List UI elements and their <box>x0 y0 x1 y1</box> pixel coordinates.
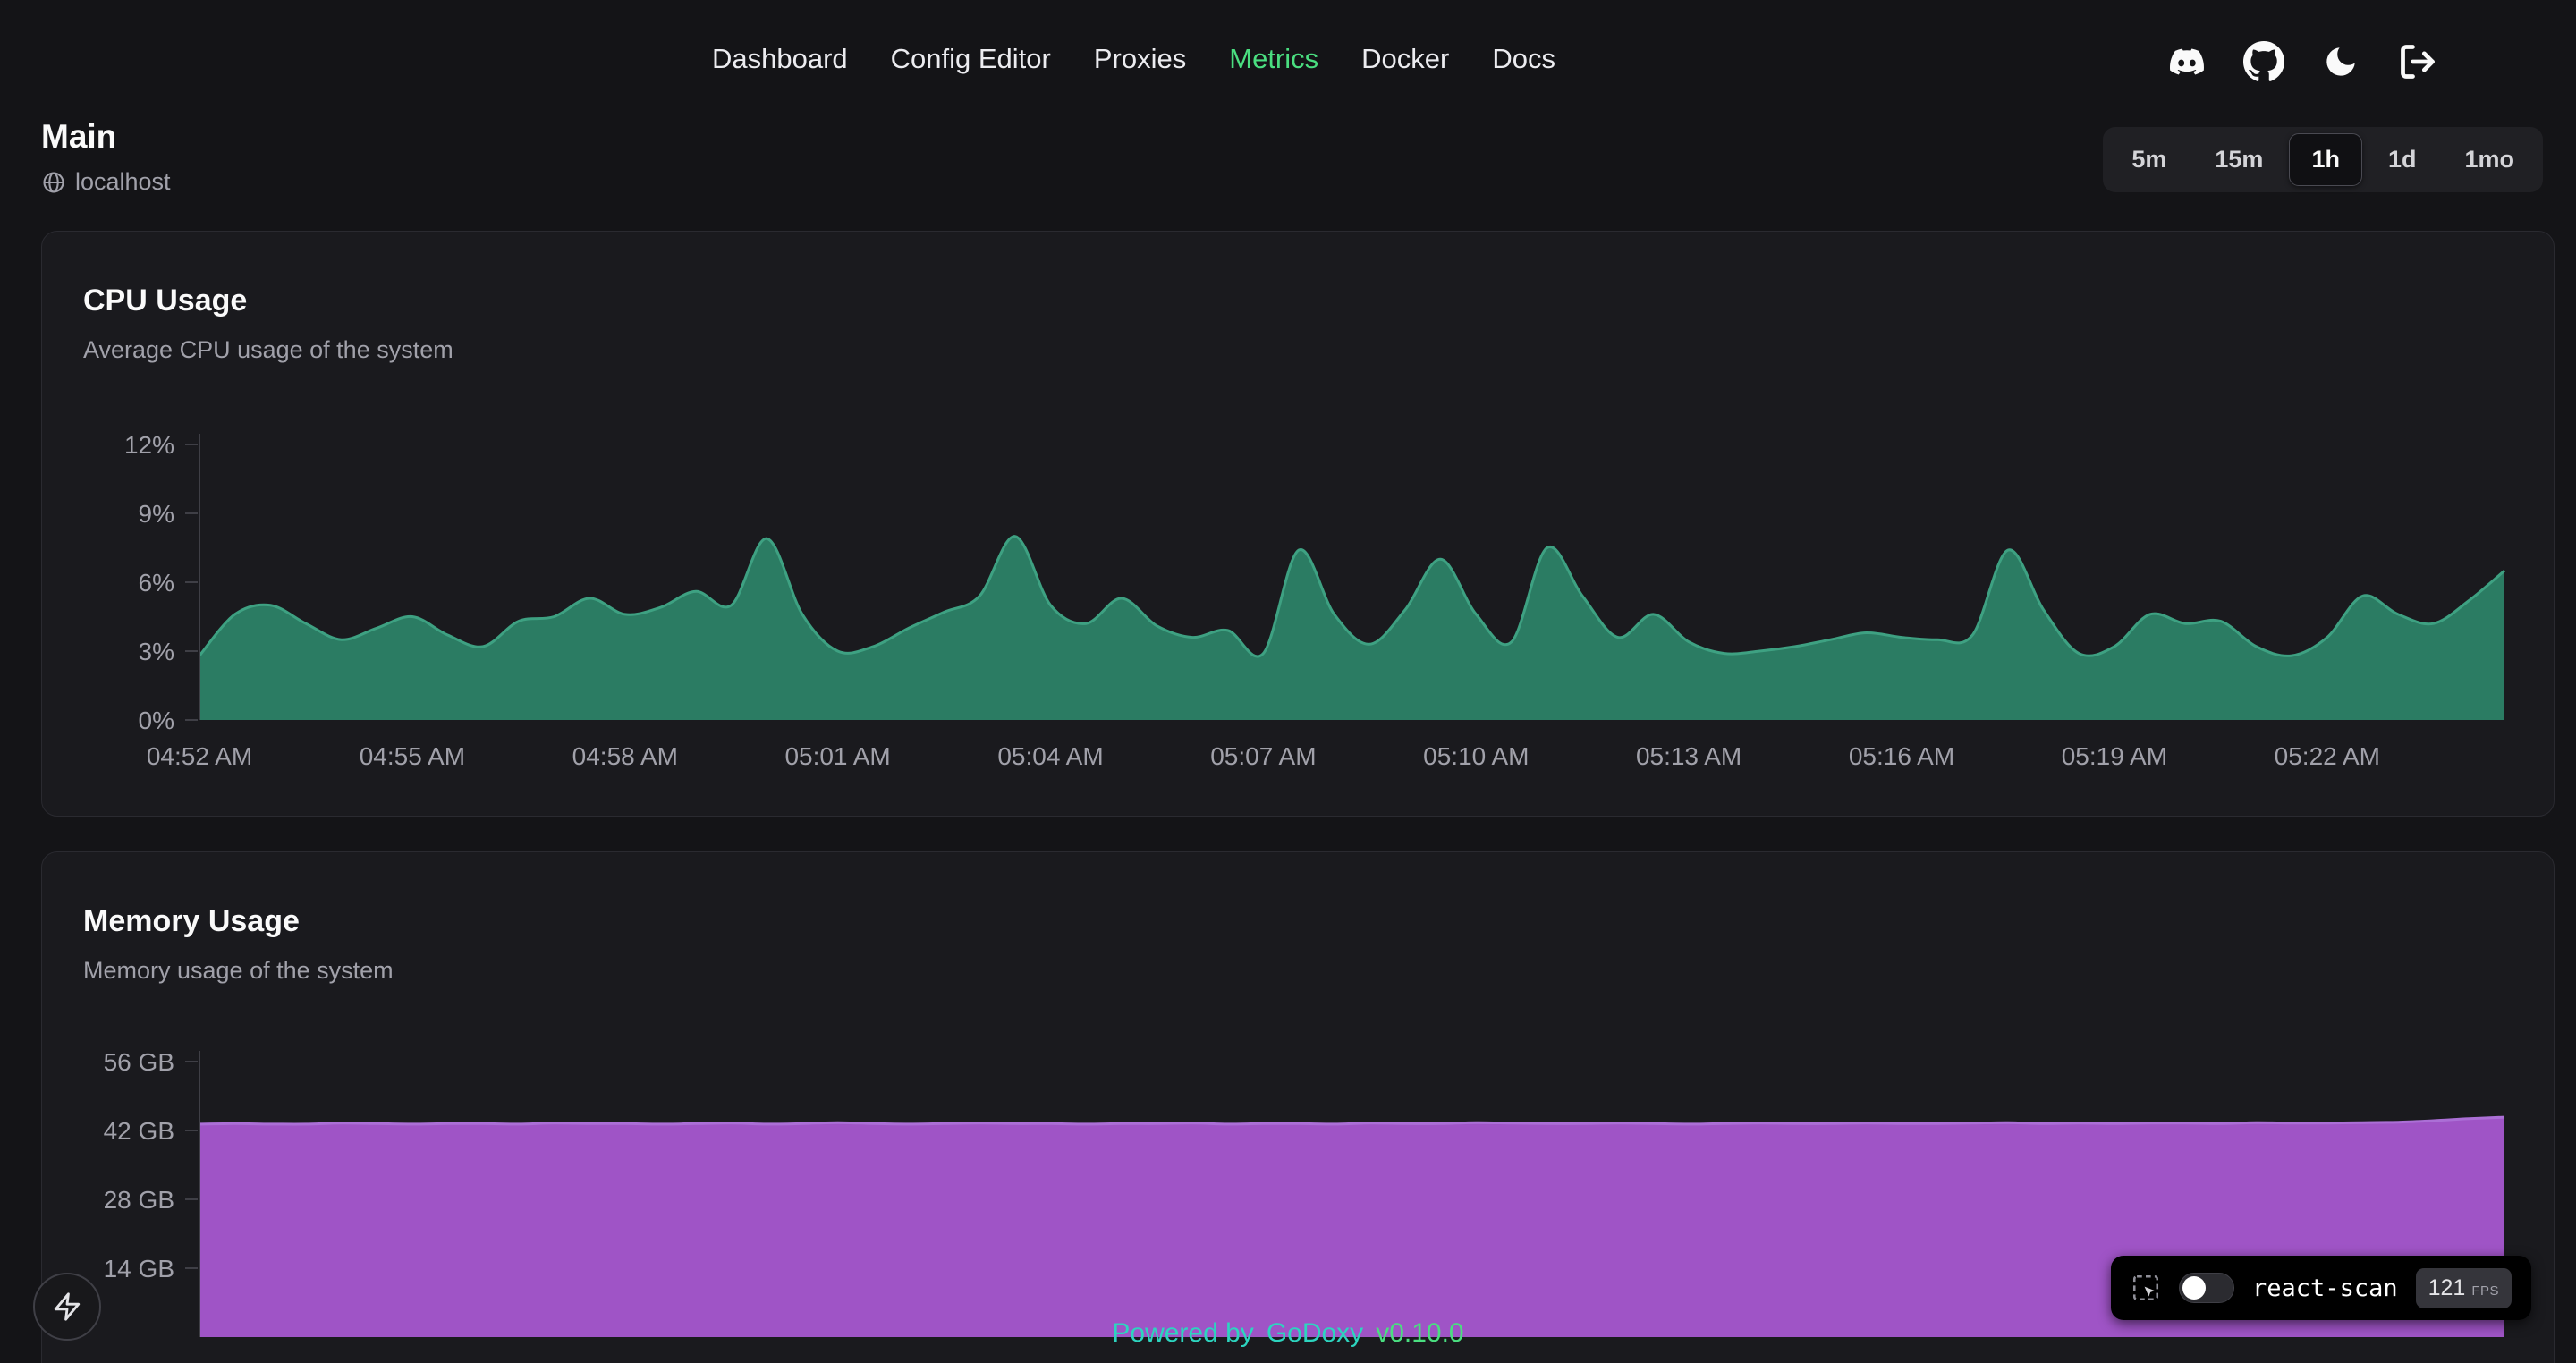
nav-item-docker[interactable]: Docker <box>1361 43 1449 75</box>
nav-item-proxies[interactable]: Proxies <box>1094 43 1186 75</box>
godoxy-link[interactable]: GoDoxy <box>1267 1318 1363 1349</box>
cpu-card-title: CPU Usage <box>83 284 2554 318</box>
svg-text:3%: 3% <box>139 638 174 665</box>
range-1d-button[interactable]: 1d <box>2366 133 2439 186</box>
main-nav: Dashboard Config Editor Proxies Metrics … <box>712 43 1555 75</box>
svg-text:6%: 6% <box>139 569 174 597</box>
site-header: Main localhost <box>41 118 171 196</box>
svg-text:05:19 AM: 05:19 AM <box>2062 742 2167 770</box>
discord-link-button[interactable] <box>2165 40 2208 83</box>
theme-toggle-button[interactable] <box>2319 40 2362 83</box>
logout-icon <box>2398 42 2437 81</box>
host-label: localhost <box>75 168 171 196</box>
svg-text:14 GB: 14 GB <box>104 1255 174 1283</box>
github-link-button[interactable] <box>2242 40 2285 83</box>
svg-text:05:13 AM: 05:13 AM <box>1636 742 1741 770</box>
svg-text:9%: 9% <box>139 500 174 528</box>
svg-text:12%: 12% <box>124 431 174 459</box>
range-1h-button[interactable]: 1h <box>2289 133 2362 186</box>
inspect-icon[interactable] <box>2131 1273 2161 1303</box>
svg-text:56 GB: 56 GB <box>104 1048 174 1076</box>
range-1mo-button[interactable]: 1mo <box>2442 133 2537 186</box>
globe-icon <box>41 170 66 195</box>
host-row: localhost <box>41 168 171 196</box>
cpu-usage-chart[interactable]: 12% 9% 6% 3% 0% 04:52 AM 04:55 AM 04:58 AM 05:01… <box>42 411 2555 795</box>
cpu-usage-card: CPU Usage Average CPU usage of the syste… <box>41 231 2555 817</box>
fps-unit: FPS <box>2471 1283 2499 1299</box>
nav-item-dashboard[interactable]: Dashboard <box>712 43 848 75</box>
memory-card-title: Memory Usage <box>83 904 2554 939</box>
memory-card-subtitle: Memory usage of the system <box>83 957 2554 985</box>
range-5m-button[interactable]: 5m <box>2109 133 2189 186</box>
svg-text:05:22 AM: 05:22 AM <box>2275 742 2380 770</box>
cpu-card-subtitle: Average CPU usage of the system <box>83 336 2554 364</box>
time-range-selector: 5m 15m 1h 1d 1mo <box>2103 127 2543 192</box>
svg-text:05:07 AM: 05:07 AM <box>1210 742 1316 770</box>
quick-actions-button[interactable] <box>33 1273 101 1341</box>
range-15m-button[interactable]: 15m <box>2192 133 2285 186</box>
discord-icon <box>2165 45 2208 79</box>
nav-item-docs[interactable]: Docs <box>1492 43 1555 75</box>
page-title: Main <box>41 118 171 156</box>
fps-badge: 121 FPS <box>2416 1268 2512 1308</box>
react-scan-label: react-scan <box>2252 1274 2398 1302</box>
header-icon-group <box>2165 40 2439 83</box>
toggle-knob <box>2182 1276 2206 1300</box>
nav-item-config-editor[interactable]: Config Editor <box>891 43 1051 75</box>
svg-text:05:04 AM: 05:04 AM <box>997 742 1103 770</box>
svg-text:28 GB: 28 GB <box>104 1186 174 1214</box>
version-link[interactable]: v0.10.0 <box>1376 1318 1463 1349</box>
react-scan-widget: react-scan 121 FPS <box>2111 1256 2531 1320</box>
zap-icon <box>52 1291 82 1322</box>
react-scan-toggle[interactable] <box>2179 1273 2234 1303</box>
moon-icon <box>2322 43 2360 80</box>
svg-text:04:58 AM: 04:58 AM <box>572 742 678 770</box>
svg-text:0%: 0% <box>139 707 174 734</box>
logout-button[interactable] <box>2396 40 2439 83</box>
svg-text:04:55 AM: 04:55 AM <box>360 742 465 770</box>
powered-by-label: Powered by <box>1112 1318 1253 1349</box>
svg-text:05:16 AM: 05:16 AM <box>1849 742 1954 770</box>
nav-item-metrics[interactable]: Metrics <box>1229 43 1318 75</box>
fps-value: 121 <box>2428 1275 2466 1301</box>
svg-text:05:01 AM: 05:01 AM <box>784 742 890 770</box>
svg-text:42 GB: 42 GB <box>104 1117 174 1145</box>
svg-text:04:52 AM: 04:52 AM <box>147 742 252 770</box>
footer: Powered by GoDoxy v0.10.0 <box>0 1318 2576 1349</box>
github-icon <box>2243 41 2284 82</box>
svg-text:05:10 AM: 05:10 AM <box>1423 742 1529 770</box>
